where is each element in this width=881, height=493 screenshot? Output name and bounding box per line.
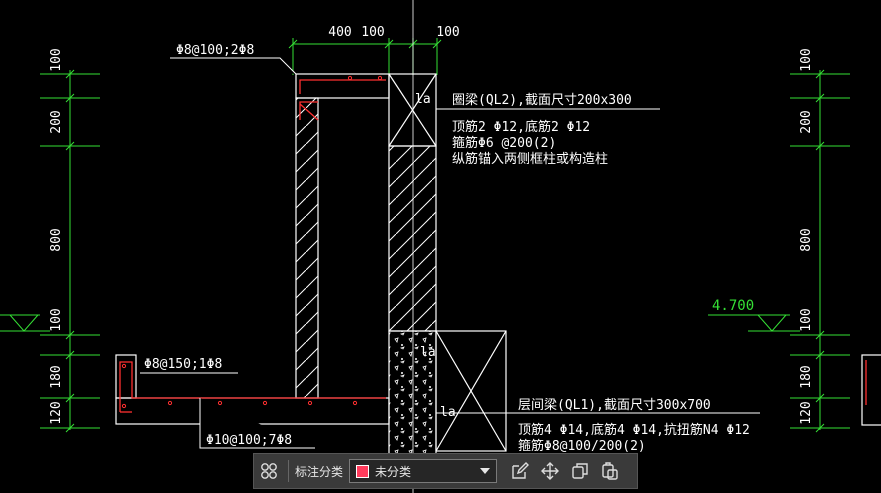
category-select[interactable]: 未分类 (349, 459, 498, 483)
left-dim-800: 800 (49, 228, 64, 251)
ql2-line2: 箍筋Φ6 @200(2) (452, 135, 556, 151)
dim-100-b: 100 (436, 25, 459, 40)
dim-100-a: 100 (361, 25, 384, 40)
annotation-toolbar: 标注分类 未分类 (253, 453, 638, 489)
right-dim-800: 800 (799, 228, 814, 251)
ann-rebar-mid: Φ8@150;1Φ8 (144, 357, 222, 372)
category-label: 标注分类 (295, 464, 344, 479)
category-value: 未分类 (375, 464, 412, 479)
ql2-line3: 纵筋锚入两侧框柱或构造柱 (452, 151, 608, 167)
la-label-bottom: la (440, 405, 456, 420)
la-label-top: la (415, 92, 431, 107)
right-dim-100: 100 (799, 48, 814, 71)
left-dim-180: 180 (49, 365, 64, 388)
toolbar-separator (288, 460, 289, 482)
ann-rebar-top: Φ8@100;2Φ8 (176, 43, 254, 58)
chevron-down-icon (480, 468, 491, 474)
left-dim-100: 100 (49, 48, 64, 71)
ql1-line2: 箍筋Φ8@100/200(2) (518, 438, 646, 454)
left-dim-200: 200 (49, 110, 64, 133)
left-dim-100-b: 100 (49, 308, 64, 331)
right-dim-200: 200 (799, 110, 814, 133)
edit-icon[interactable] (505, 456, 535, 486)
ql2-title: 圈梁(QL2),截面尺寸200x300 (452, 93, 632, 108)
ann-rebar-bottom: Φ10@100;7Φ8 (206, 433, 292, 448)
right-dim-120: 120 (799, 401, 814, 424)
level-4700: 4.700 (712, 298, 754, 314)
top-dimension (288, 38, 442, 75)
layout-icon[interactable] (254, 456, 284, 486)
category-color-swatch (356, 464, 370, 478)
right-dimension (708, 69, 850, 433)
move-icon[interactable] (535, 456, 565, 486)
left-dim-120: 120 (49, 401, 64, 424)
ql1-line1: 顶筋4 Φ14,底筋4 Φ14,抗扭筋N4 Φ12 (518, 422, 750, 438)
ql2-line1: 顶筋2 Φ12,底筋2 Φ12 (452, 119, 590, 135)
paste-icon[interactable] (595, 456, 625, 486)
right-dim-100-b: 100 (799, 308, 814, 331)
ql1-title: 层间梁(QL1),截面尺寸300x700 (518, 398, 711, 413)
leaders (140, 57, 760, 449)
dim-400: 400 (328, 25, 351, 40)
cad-canvas[interactable]: 400 100 100 100 200 800 100 180 120 4.70… (0, 0, 881, 493)
right-dim-180: 180 (799, 365, 814, 388)
copy-icon[interactable] (565, 456, 595, 486)
la-label-mid: la (420, 345, 436, 360)
